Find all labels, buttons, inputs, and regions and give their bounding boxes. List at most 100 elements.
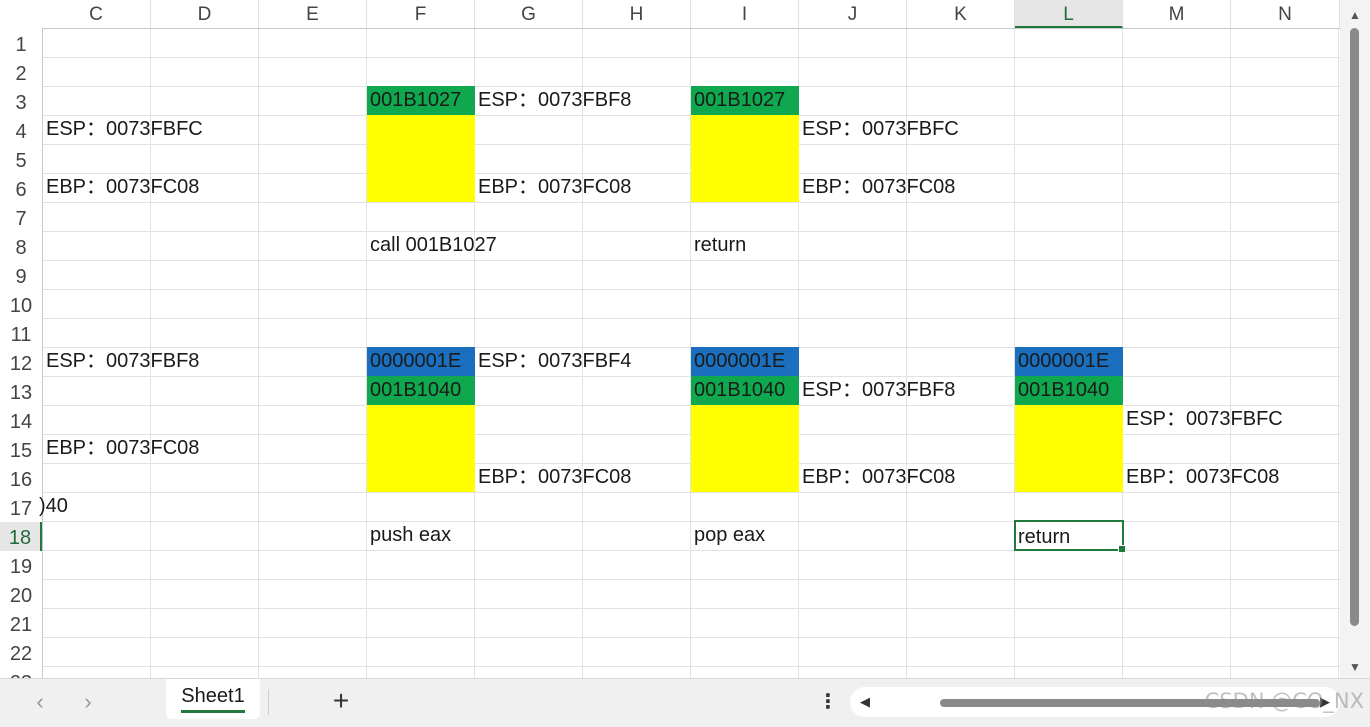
row-header-7[interactable]: 7: [0, 203, 42, 232]
column-header-k[interactable]: K: [907, 0, 1015, 28]
gridline: [1230, 29, 1231, 678]
cell-g6[interactable]: EBP：0073FC08: [478, 173, 631, 202]
column-header-m[interactable]: M: [1123, 0, 1231, 28]
sheet-tab-label: Sheet1: [181, 685, 245, 713]
row-header-9[interactable]: 9: [0, 261, 42, 290]
cell-i14-i16[interactable]: [691, 405, 799, 492]
cell-j13[interactable]: ESP：0073FBF8: [802, 376, 955, 405]
watermark: CSDN @CO_NX: [1204, 689, 1364, 713]
row-header-1[interactable]: 1: [0, 29, 42, 58]
row-header-6[interactable]: 6: [0, 174, 42, 203]
cell-f3[interactable]: 001B1027: [367, 86, 475, 115]
row-header-19[interactable]: 19: [0, 551, 42, 580]
active-cell-selection[interactable]: [1014, 520, 1126, 553]
column-header-bar: C D E F G H I J K L M N: [0, 0, 1340, 29]
cell-c12[interactable]: ESP：0073FBF8: [46, 347, 199, 376]
cell-f8[interactable]: call 001B1027: [370, 231, 497, 260]
cell-g16[interactable]: EBP：0073FC08: [478, 463, 631, 492]
vertical-scroll-thumb[interactable]: [1350, 28, 1359, 626]
row-header-13[interactable]: 13: [0, 377, 42, 406]
cell-j4[interactable]: ESP：0073FBFC: [802, 115, 959, 144]
cell-m14[interactable]: ESP：0073FBFC: [1126, 405, 1283, 434]
row-header-4[interactable]: 4: [0, 116, 42, 145]
cell-l13[interactable]: 001B1040: [1015, 376, 1123, 405]
row-header-12[interactable]: 12: [0, 348, 42, 377]
column-header-d[interactable]: D: [151, 0, 259, 28]
gridline: [43, 318, 1340, 319]
column-header-h[interactable]: H: [583, 0, 691, 28]
scroll-down-icon[interactable]: ▼: [1349, 660, 1361, 674]
row-header-3[interactable]: 3: [0, 87, 42, 116]
cell-f13[interactable]: 001B1040: [367, 376, 475, 405]
gridline: [43, 57, 1340, 58]
row-header-15[interactable]: 15: [0, 435, 42, 464]
row-header-21[interactable]: 21: [0, 609, 42, 638]
cell-c4[interactable]: ESP：0073FBFC: [46, 115, 203, 144]
tab-divider: [268, 689, 269, 715]
cell-i4-i6[interactable]: [691, 115, 799, 202]
cell-i12[interactable]: 0000001E: [691, 347, 799, 376]
gridline: [43, 579, 1340, 580]
row-header-20[interactable]: 20: [0, 580, 42, 609]
row-header-10[interactable]: 10: [0, 290, 42, 319]
scroll-up-icon[interactable]: ▲: [1349, 8, 1361, 22]
gridline: [43, 260, 1340, 261]
next-sheet-icon[interactable]: ›: [74, 688, 102, 716]
row-header-8[interactable]: 8: [0, 232, 42, 261]
scroll-left-icon[interactable]: ◀: [860, 694, 870, 710]
cell-c15[interactable]: EBP：0073FC08: [46, 434, 199, 463]
vertical-scrollbar[interactable]: ▲ ▼: [1340, 0, 1370, 678]
cell-c17[interactable]: )40: [39, 492, 68, 521]
cell-f4-f6[interactable]: [367, 115, 475, 202]
column-header-i[interactable]: I: [691, 0, 799, 28]
row-header-18[interactable]: 18: [0, 522, 42, 551]
more-options-icon[interactable]: ⋮: [818, 687, 838, 717]
row-header-5[interactable]: 5: [0, 145, 42, 174]
row-header-14[interactable]: 14: [0, 406, 42, 435]
cell-l14-l16[interactable]: [1015, 405, 1123, 492]
cell-j16[interactable]: EBP：0073FC08: [802, 463, 955, 492]
spreadsheet[interactable]: C D E F G H I J K L M N 1 2 3 4 5 6 7 8 …: [0, 0, 1340, 678]
gridline: [43, 231, 1340, 232]
row-header-17[interactable]: 17: [0, 493, 42, 522]
add-sheet-button[interactable]: +: [326, 686, 356, 716]
cell-m16[interactable]: EBP：0073FC08: [1126, 463, 1279, 492]
column-header-n[interactable]: N: [1231, 0, 1340, 28]
column-header-j[interactable]: J: [799, 0, 907, 28]
column-header-l[interactable]: L: [1015, 0, 1123, 28]
cell-g12[interactable]: ESP：0073FBF4: [478, 347, 631, 376]
sheet-tab-bar: ‹ › Sheet1 + ⋮ ◀ ▶ CSDN @CO_NX: [0, 678, 1370, 727]
sheet-tab-sheet1[interactable]: Sheet1: [166, 679, 260, 719]
fill-handle[interactable]: [1118, 545, 1126, 553]
row-header-11[interactable]: 11: [0, 319, 42, 348]
row-header-2[interactable]: 2: [0, 58, 42, 87]
gridline: [43, 202, 1340, 203]
row-header-23[interactable]: 23: [0, 667, 42, 678]
cell-c6[interactable]: EBP：0073FC08: [46, 173, 199, 202]
row-header-16[interactable]: 16: [0, 464, 42, 493]
cell-g3[interactable]: ESP：0073FBF8: [478, 86, 631, 115]
cell-f12[interactable]: 0000001E: [367, 347, 475, 376]
cell-i3[interactable]: 001B1027: [691, 86, 799, 115]
column-header-e[interactable]: E: [259, 0, 367, 28]
cell-j6[interactable]: EBP：0073FC08: [802, 173, 955, 202]
cell-i18[interactable]: pop eax: [694, 521, 765, 550]
gridline: [43, 637, 1340, 638]
column-header-c[interactable]: C: [42, 0, 151, 28]
cell-l12[interactable]: 0000001E: [1015, 347, 1123, 376]
gridline: [43, 492, 1340, 493]
cell-grid[interactable]: 001B1027 001B1027 0000001E 001B1040 0000…: [39, 29, 1340, 678]
gridline: [43, 289, 1340, 290]
row-header-22[interactable]: 22: [0, 638, 42, 667]
column-header-f[interactable]: F: [367, 0, 475, 28]
row-header-bar: 1 2 3 4 5 6 7 8 9 10 11 12 13 14 15 16 1…: [0, 28, 43, 678]
gridline: [43, 521, 1340, 522]
gridline: [258, 29, 259, 678]
gridline: [43, 608, 1340, 609]
cell-f14-f16[interactable]: [367, 405, 475, 492]
cell-i13[interactable]: 001B1040: [691, 376, 799, 405]
previous-sheet-icon[interactable]: ‹: [26, 688, 54, 716]
cell-i8[interactable]: return: [694, 231, 746, 260]
cell-f18[interactable]: push eax: [370, 521, 451, 550]
column-header-g[interactable]: G: [475, 0, 583, 28]
